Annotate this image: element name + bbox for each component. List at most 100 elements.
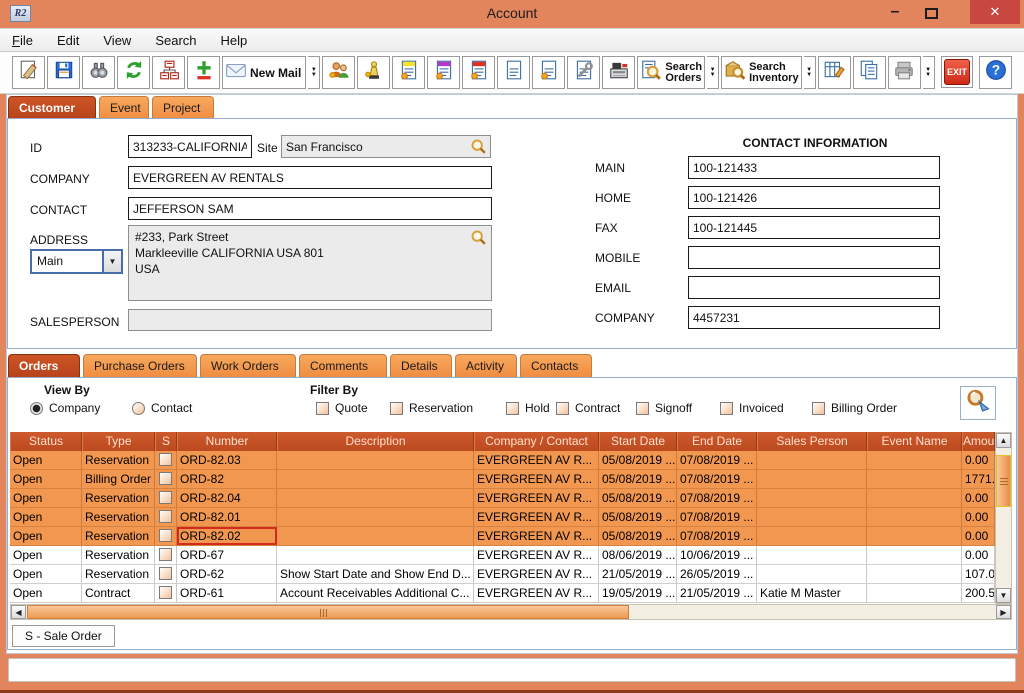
cell-start-date[interactable]: 05/08/2019 ...: [599, 489, 677, 507]
cell-type[interactable]: Contract: [82, 584, 155, 602]
checkbox-reservation[interactable]: Reservation: [390, 401, 473, 415]
contacts-group-button[interactable]: [322, 56, 355, 89]
tab-purchase-orders[interactable]: Purchase Orders: [83, 354, 197, 377]
table-edit-button[interactable]: [818, 56, 851, 89]
search-inventory-dropdown[interactable]: ▼▼: [804, 56, 816, 89]
cell-event-name[interactable]: [867, 584, 962, 602]
close-button[interactable]: ✕: [970, 0, 1020, 24]
cell-number[interactable]: ORD-82.01: [177, 508, 277, 526]
search-orders-dropdown[interactable]: ▼▼: [707, 56, 719, 89]
cell-number[interactable]: ORD-61: [177, 584, 277, 602]
cell-s-checked[interactable]: [155, 489, 177, 507]
cell-sales-person[interactable]: [757, 508, 867, 526]
checkbox-box[interactable]: [316, 402, 329, 415]
address-search-icon[interactable]: [470, 229, 488, 247]
cell-status[interactable]: Open: [10, 489, 82, 507]
cell-start-date[interactable]: 05/08/2019 ...: [599, 527, 677, 545]
checkbox-box[interactable]: [636, 402, 649, 415]
table-row[interactable]: OpenContractORD-61Account Receivables Ad…: [10, 584, 995, 603]
cell-number[interactable]: ORD-62: [177, 565, 277, 583]
radio-dot[interactable]: [30, 402, 43, 415]
cell-status[interactable]: Open: [10, 508, 82, 526]
checkbox-hold[interactable]: Hold: [506, 401, 550, 415]
column-header-sales-person[interactable]: Sales Person: [757, 432, 867, 451]
cell-start-date[interactable]: 08/06/2019 ...: [599, 546, 677, 564]
address-type-dropdown[interactable]: Main ▼: [30, 249, 123, 274]
cell-end-date[interactable]: 07/08/2019 ...: [677, 508, 757, 526]
binoculars-button[interactable]: [82, 56, 115, 89]
contact-info-input-company[interactable]: [688, 306, 940, 329]
apply-filter-button[interactable]: [960, 386, 996, 420]
cell-status[interactable]: Open: [10, 470, 82, 488]
sale-order-checkbox[interactable]: [159, 548, 172, 561]
cell-event-name[interactable]: [867, 470, 962, 488]
checkbox-signoff[interactable]: Signoff: [636, 401, 692, 415]
chevron-down-icon[interactable]: ▼: [102, 251, 121, 272]
cell-end-date[interactable]: 21/05/2019 ...: [677, 584, 757, 602]
scroll-down-icon[interactable]: ▼: [996, 588, 1011, 603]
cell-sales-person[interactable]: [757, 451, 867, 469]
tab-customer[interactable]: Customer: [8, 96, 96, 119]
company-input[interactable]: [128, 166, 492, 189]
contact-info-input-email[interactable]: [688, 276, 940, 299]
cell-number[interactable]: ORD-82.02: [177, 527, 277, 545]
table-row[interactable]: OpenReservationORD-82.04EVERGREEN AV R..…: [10, 489, 995, 508]
site-search-icon[interactable]: [470, 138, 488, 156]
cell-start-date[interactable]: 05/08/2019 ...: [599, 508, 677, 526]
new-mail-dropdown[interactable]: ▼▼: [308, 56, 320, 89]
cell-event-name[interactable]: [867, 565, 962, 583]
menu-view[interactable]: View: [103, 33, 131, 48]
cell-event-name[interactable]: [867, 451, 962, 469]
maximize-button[interactable]: [925, 8, 938, 19]
cell-start-date[interactable]: 21/05/2019 ...: [599, 565, 677, 583]
checkbox-box[interactable]: [556, 402, 569, 415]
table-row[interactable]: OpenReservationORD-62Show Start Date and…: [10, 565, 995, 584]
doc-plain-button[interactable]: [497, 56, 530, 89]
column-header-type[interactable]: Type: [82, 432, 155, 451]
vertical-scroll-thumb[interactable]: [996, 455, 1011, 507]
doc-yellow-button[interactable]: [392, 56, 425, 89]
cell-type[interactable]: Reservation: [82, 451, 155, 469]
cell-start-date[interactable]: 05/08/2019 ...: [599, 470, 677, 488]
cell-company[interactable]: EVERGREEN AV R...: [474, 451, 599, 469]
refresh-button[interactable]: [117, 56, 150, 89]
compose-button[interactable]: [12, 56, 45, 89]
minimize-button[interactable]: –: [882, 2, 908, 24]
sale-order-checkbox[interactable]: [159, 472, 172, 485]
cell-sales-person[interactable]: [757, 527, 867, 545]
cell-status[interactable]: Open: [10, 584, 82, 602]
tab-project[interactable]: Project: [152, 96, 214, 119]
cell-s-checked[interactable]: [155, 470, 177, 488]
sale-order-checkbox[interactable]: [159, 529, 172, 542]
add-remove-button[interactable]: [187, 56, 220, 89]
search-inventory-button[interactable]: SearchInventory: [721, 56, 802, 89]
radio-contact[interactable]: Contact: [132, 401, 192, 415]
cell-number[interactable]: ORD-67: [177, 546, 277, 564]
cell-description[interactable]: [277, 546, 474, 564]
cell-amount[interactable]: 0.00: [962, 489, 995, 507]
column-header-amount[interactable]: Amount: [962, 432, 995, 451]
cell-sales-person[interactable]: [757, 489, 867, 507]
cell-company[interactable]: EVERGREEN AV R...: [474, 584, 599, 602]
tab-work-orders[interactable]: Work Orders: [200, 354, 296, 377]
cell-description[interactable]: [277, 451, 474, 469]
cell-end-date[interactable]: 10/06/2019 ...: [677, 546, 757, 564]
save-button[interactable]: [47, 56, 80, 89]
tab-comments[interactable]: Comments: [299, 354, 387, 377]
menu-help[interactable]: Help: [221, 33, 248, 48]
cell-number[interactable]: ORD-82.04: [177, 489, 277, 507]
horizontal-scrollbar[interactable]: ◀ ▶: [10, 604, 1012, 620]
cell-description[interactable]: [277, 470, 474, 488]
award-button[interactable]: [357, 56, 390, 89]
cell-amount[interactable]: 0.00: [962, 508, 995, 526]
cell-company[interactable]: EVERGREEN AV R...: [474, 508, 599, 526]
contact-input[interactable]: [128, 197, 492, 220]
column-header-start-date[interactable]: Start Date: [599, 432, 677, 451]
cell-amount[interactable]: 107.00: [962, 565, 995, 583]
sale-order-checkbox[interactable]: [159, 586, 172, 599]
column-header-end-date[interactable]: End Date: [677, 432, 757, 451]
cell-status[interactable]: Open: [10, 527, 82, 545]
cell-company[interactable]: EVERGREEN AV R...: [474, 565, 599, 583]
menu-edit[interactable]: Edit: [57, 33, 79, 48]
cell-end-date[interactable]: 07/08/2019 ...: [677, 489, 757, 507]
